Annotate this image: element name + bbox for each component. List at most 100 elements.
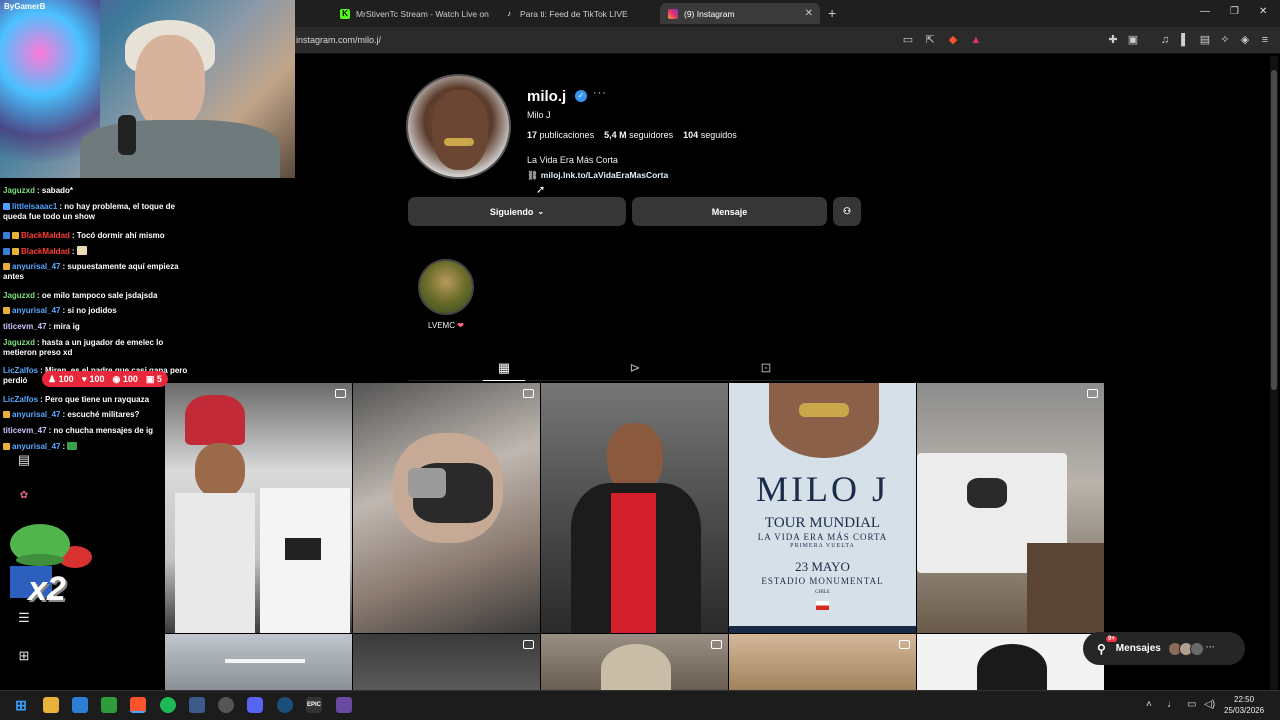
apps-icon[interactable]: ⊞ xyxy=(14,646,34,666)
poster-line1: TOUR MUNDIAL xyxy=(764,515,881,531)
messages-badge: 9+ xyxy=(1106,635,1117,642)
brave-shield-icon[interactable]: ◆ xyxy=(946,33,960,47)
share-icon[interactable]: ⇱ xyxy=(923,33,937,47)
extensions-icon[interactable]: ✚ xyxy=(1106,33,1120,47)
spotify-icon[interactable] xyxy=(160,697,176,713)
discord-icon[interactable] xyxy=(247,697,263,713)
poster-title: MILO J xyxy=(756,469,889,509)
url-text[interactable]: instagram.com/milo.j/ xyxy=(296,35,381,45)
stats-icon[interactable]: ▤ xyxy=(14,450,34,470)
music-icon[interactable]: ♫ xyxy=(1158,33,1172,47)
tab-instagram[interactable]: (9) Instagram ✕ xyxy=(660,3,820,24)
reels-icon[interactable]: ⊳ xyxy=(625,360,645,376)
brave-browser-icon[interactable] xyxy=(130,697,146,713)
minimize-icon[interactable]: — xyxy=(1200,6,1210,17)
steam-icon[interactable] xyxy=(277,697,293,713)
epic-games-icon[interactable]: EPIC xyxy=(306,697,322,713)
post-hair xyxy=(977,644,1047,690)
restore-icon[interactable]: ❐ xyxy=(1230,6,1239,17)
vpn-icon[interactable]: ◈ xyxy=(1238,33,1252,47)
post-gun-print xyxy=(285,538,321,560)
tagged-icon[interactable]: ⊡ xyxy=(756,360,776,376)
badge-icon xyxy=(12,232,19,239)
chat-message: titicevm_47: no chucha mensajes de ig xyxy=(3,426,154,435)
sidebar-icon[interactable]: ▌ xyxy=(1178,33,1192,47)
emote-icon xyxy=(67,442,78,450)
store-icon[interactable] xyxy=(72,697,88,713)
windows-start-icon[interactable]: ⊞ xyxy=(13,697,29,713)
alert-item: ▣ 5 xyxy=(145,373,162,384)
messenger-icon: ⚲ 9+ xyxy=(1097,635,1117,656)
capture-icon[interactable]: ▣ xyxy=(1126,33,1140,47)
carousel-post-icon xyxy=(1087,389,1098,398)
microphone-tray-icon[interactable]: ♩ xyxy=(1167,699,1177,710)
post-mouth xyxy=(769,383,879,458)
posts-grid-icon[interactable]: ▦ xyxy=(494,360,514,376)
post-8[interactable] xyxy=(541,634,728,690)
profile-link[interactable]: ⛓ miloj.lnk.to/LaVidaEraMasCorta xyxy=(527,170,668,181)
app-icon[interactable] xyxy=(336,697,352,713)
tab-kick[interactable]: K MrStivenTc Stream - Watch Live on K xyxy=(332,3,490,24)
post-4-tour-poster[interactable]: MILO J TOUR MUNDIAL LA VIDA ERA MÁS CORT… xyxy=(729,383,916,633)
webcam-overlay: ByGamerB xyxy=(0,0,295,178)
badge-icon xyxy=(3,411,10,418)
tiktok-icon: ♪ xyxy=(507,8,511,18)
story-highlight[interactable] xyxy=(418,259,474,315)
tab-tiktok[interactable]: ♪ Para ti: Feed de TikTok LIVE xyxy=(496,3,656,24)
badge-icon xyxy=(3,232,10,239)
poster-footer xyxy=(729,626,916,633)
chat-message: anyurisal_47: supuestamente aquí empieza… xyxy=(3,262,179,281)
file-explorer-icon[interactable] xyxy=(43,697,59,713)
following-button[interactable]: Siguiendo ⌄ xyxy=(408,197,626,226)
webcam-head xyxy=(135,35,205,130)
scrollbar-thumb[interactable] xyxy=(1271,70,1277,390)
webcam-tag: ByGamerB xyxy=(4,2,46,11)
close-tab-icon[interactable]: ✕ xyxy=(805,8,813,19)
avatar xyxy=(1189,641,1204,656)
network-icon[interactable]: ▭ xyxy=(1187,699,1196,710)
suggest-user-button[interactable]: ⚇ xyxy=(833,197,861,226)
messages-pill[interactable]: ⚲ 9+ Mensajes ··· xyxy=(1083,632,1245,665)
profile-avatar[interactable] xyxy=(406,74,511,179)
post-1[interactable] xyxy=(165,383,352,633)
post-3[interactable] xyxy=(541,383,728,633)
poster-date: 23 MAYO xyxy=(795,559,850,574)
hamburger-icon[interactable]: ☰ xyxy=(14,608,34,628)
post-5[interactable] xyxy=(917,383,1104,633)
chat-message: anyurisal_47: si no jodidos xyxy=(3,306,117,316)
post-10[interactable] xyxy=(917,634,1104,690)
alert-item: ◉ 100 xyxy=(112,373,138,384)
taskbar-clock[interactable]: 22:50 25/03/2026 xyxy=(1224,694,1264,716)
post-7[interactable] xyxy=(353,634,540,690)
close-window-icon[interactable]: ✕ xyxy=(1259,6,1267,17)
message-button[interactable]: Mensaje xyxy=(632,197,827,226)
badge-icon xyxy=(3,263,10,270)
post-2[interactable] xyxy=(353,383,540,633)
tab-label: Para ti: Feed de TikTok LIVE xyxy=(520,8,628,19)
video-post-icon xyxy=(335,389,346,398)
screen-cast-icon[interactable]: ▭ xyxy=(901,33,915,47)
carousel-post-icon xyxy=(899,640,910,649)
wallet-icon[interactable]: ▤ xyxy=(1198,33,1212,47)
post-6[interactable] xyxy=(165,634,352,690)
obs-icon[interactable] xyxy=(218,697,234,713)
followers-stat[interactable]: 5,4 M seguidores xyxy=(604,130,673,140)
more-options-icon[interactable]: ··· xyxy=(593,87,607,99)
following-stat[interactable]: 104 seguidos xyxy=(683,130,737,140)
post-9[interactable] xyxy=(729,634,916,690)
app-icon[interactable] xyxy=(189,697,205,713)
minecraft-icon[interactable] xyxy=(101,697,117,713)
ai-icon[interactable]: ✧ xyxy=(1218,33,1232,47)
posts-stat: 17 publicaciones xyxy=(527,130,595,140)
brave-rewards-icon[interactable]: ▲ xyxy=(969,33,983,47)
menu-icon[interactable]: ≡ xyxy=(1258,33,1272,47)
new-tab-button[interactable]: + xyxy=(828,5,836,21)
chat-message: BlackMaldad: xyxy=(3,246,89,257)
alert-item: ♟ 100 xyxy=(48,373,74,384)
clock-date: 25/03/2026 xyxy=(1224,706,1265,715)
tab-label: (9) Instagram xyxy=(684,8,735,19)
chat-message: littleisaaac1: no hay problema, el toque… xyxy=(3,202,175,221)
volume-icon[interactable]: ◁) xyxy=(1204,699,1215,710)
profile-full-name: Milo J xyxy=(527,110,551,120)
tray-chevron-icon[interactable]: ˄ xyxy=(1146,699,1152,710)
